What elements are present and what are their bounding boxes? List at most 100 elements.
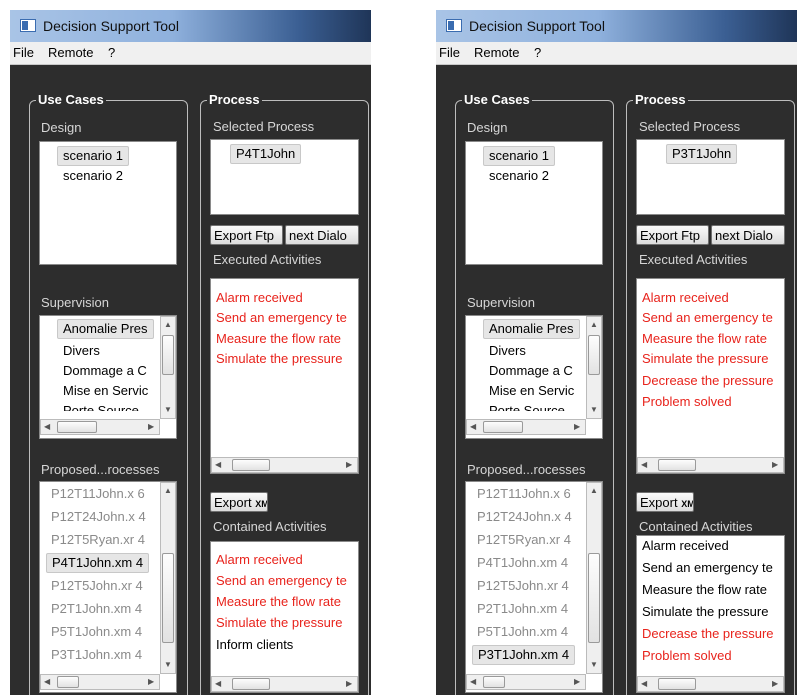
list-item-selected[interactable]: P4T1John.xm 4 bbox=[46, 553, 150, 573]
list-item[interactable]: Measure the flow rate bbox=[642, 329, 767, 349]
export-xmi-button[interactable]: Export XMI bbox=[636, 492, 694, 512]
scroll-thumb[interactable] bbox=[588, 553, 600, 643]
list-item[interactable]: Alarm received bbox=[216, 550, 303, 570]
list-item[interactable]: Alarm received bbox=[642, 288, 729, 308]
scroll-right-icon[interactable]: ▶ bbox=[148, 675, 154, 689]
scroll-right-icon[interactable]: ▶ bbox=[772, 458, 778, 472]
design-list[interactable]: scenario 1 scenario 2 bbox=[465, 141, 603, 265]
list-item[interactable]: Divers bbox=[489, 341, 526, 361]
list-item[interactable]: Decrease the pressure bbox=[642, 371, 774, 391]
scroll-up-icon[interactable]: ▲ bbox=[164, 318, 172, 332]
list-item[interactable]: P2T1John.xm 4 bbox=[477, 599, 568, 619]
list-item[interactable]: Simulate the pressure bbox=[216, 349, 342, 369]
list-item[interactable]: Inform clients bbox=[216, 635, 293, 655]
list-item[interactable]: Mise en Servic bbox=[489, 381, 574, 401]
contained-activities-list[interactable]: Alarm received Send an emergency te Meas… bbox=[210, 541, 359, 693]
list-item[interactable]: Mise en Servic bbox=[63, 381, 148, 401]
list-item[interactable]: Problem solved bbox=[642, 646, 732, 666]
scroll-left-icon[interactable]: ◀ bbox=[641, 677, 647, 691]
scroll-thumb[interactable] bbox=[162, 335, 174, 375]
list-item[interactable]: Simulate the pressure bbox=[642, 602, 768, 622]
scroll-down-icon[interactable]: ▼ bbox=[164, 658, 172, 672]
menu-remote[interactable]: Remote bbox=[474, 45, 520, 60]
scroll-down-icon[interactable]: ▼ bbox=[590, 403, 598, 417]
list-item[interactable]: P5T1John.xm 4 bbox=[477, 622, 568, 642]
menu-file[interactable]: File bbox=[13, 45, 34, 60]
scroll-left-icon[interactable]: ◀ bbox=[470, 675, 476, 689]
scroll-left-icon[interactable]: ◀ bbox=[215, 677, 221, 691]
executed-activities-list[interactable]: Alarm received Send an emergency te Meas… bbox=[210, 278, 359, 474]
list-item[interactable]: Send an emergency te bbox=[642, 558, 773, 578]
executed-activities-list[interactable]: Alarm received Send an emergency te Meas… bbox=[636, 278, 785, 474]
scroll-down-icon[interactable]: ▼ bbox=[164, 403, 172, 417]
scroll-right-icon[interactable]: ▶ bbox=[574, 675, 580, 689]
list-item[interactable]: P3T1John.xm 4 bbox=[51, 645, 142, 665]
vertical-scrollbar[interactable]: ▲ ▼ bbox=[160, 316, 176, 419]
title-bar[interactable]: Decision Support Tool bbox=[10, 10, 371, 42]
horizontal-scrollbar[interactable]: ◀ ▶ bbox=[211, 676, 358, 692]
list-item[interactable]: Problem solved bbox=[642, 392, 732, 412]
list-item[interactable]: P12T5John.xr 4 bbox=[477, 576, 569, 596]
menu-file[interactable]: File bbox=[439, 45, 460, 60]
list-item[interactable]: P4T1John.xm 4 bbox=[477, 553, 568, 573]
scroll-right-icon[interactable]: ▶ bbox=[148, 420, 154, 434]
list-item[interactable]: Alarm received bbox=[642, 536, 729, 556]
list-item[interactable]: Decrease the pressure bbox=[642, 624, 774, 644]
horizontal-scrollbar[interactable]: ◀ ▶ bbox=[211, 457, 358, 473]
selected-process-box[interactable]: P3T1John bbox=[636, 139, 785, 215]
horizontal-scrollbar[interactable]: ◀ ▶ bbox=[637, 676, 784, 692]
list-item[interactable]: P12T24John.x 4 bbox=[51, 507, 146, 527]
scroll-right-icon[interactable]: ▶ bbox=[772, 677, 778, 691]
scroll-thumb[interactable] bbox=[57, 421, 97, 433]
menu-help[interactable]: ? bbox=[108, 45, 115, 60]
list-item[interactable]: scenario 2 bbox=[489, 166, 549, 186]
export-ftp-button[interactable]: Export Ftp bbox=[636, 225, 709, 245]
horizontal-scrollbar[interactable]: ◀ ▶ bbox=[637, 457, 784, 473]
selected-process-value[interactable]: P4T1John bbox=[230, 144, 302, 164]
horizontal-scrollbar[interactable]: ◀ ▶ bbox=[40, 674, 160, 690]
selected-process-value[interactable]: P3T1John bbox=[666, 144, 738, 164]
scroll-left-icon[interactable]: ◀ bbox=[641, 458, 647, 472]
scroll-up-icon[interactable]: ▲ bbox=[590, 318, 598, 332]
scroll-right-icon[interactable]: ▶ bbox=[346, 458, 352, 472]
list-item[interactable]: scenario 1 bbox=[57, 146, 129, 166]
scroll-down-icon[interactable]: ▼ bbox=[590, 658, 598, 672]
list-item[interactable]: Send an emergency te bbox=[216, 571, 347, 591]
supervision-list[interactable]: Anomalie Pres Divers Dommage a C Mise en… bbox=[39, 315, 177, 439]
scroll-thumb[interactable] bbox=[483, 421, 523, 433]
next-dialog-button[interactable]: next Dialo bbox=[711, 225, 785, 245]
export-xmi-button[interactable]: Export XMI bbox=[210, 492, 268, 512]
scroll-thumb[interactable] bbox=[483, 676, 505, 688]
list-item[interactable]: Dommage a C bbox=[489, 361, 573, 381]
list-item[interactable]: Porte Source bbox=[63, 401, 139, 411]
list-item[interactable]: P12T11John.x 6 bbox=[51, 484, 145, 504]
list-item[interactable]: P5T1John.xm 4 bbox=[51, 622, 142, 642]
proposed-processes-list[interactable]: P12T11John.x 6 P12T24John.x 4 P12T5Ryan.… bbox=[39, 481, 177, 693]
list-item[interactable]: Alarm received bbox=[216, 288, 303, 308]
list-item[interactable]: scenario 1 bbox=[483, 146, 555, 166]
supervision-list[interactable]: Anomalie Pres Divers Dommage a C Mise en… bbox=[465, 315, 603, 439]
list-item[interactable]: Anomalie Pres bbox=[57, 319, 154, 339]
list-item[interactable]: Simulate the pressure bbox=[216, 613, 342, 633]
export-ftp-button[interactable]: Export Ftp bbox=[210, 225, 283, 245]
title-bar[interactable]: Decision Support Tool bbox=[436, 10, 797, 42]
list-item[interactable]: Measure the flow rate bbox=[642, 580, 767, 600]
list-item[interactable]: P12T5John.xr 4 bbox=[51, 576, 143, 596]
list-item[interactable]: P2T1John.xm 4 bbox=[51, 599, 142, 619]
horizontal-scrollbar[interactable]: ◀ ▶ bbox=[466, 419, 586, 435]
menu-remote[interactable]: Remote bbox=[48, 45, 94, 60]
scroll-thumb[interactable] bbox=[57, 676, 79, 688]
horizontal-scrollbar[interactable]: ◀ ▶ bbox=[40, 419, 160, 435]
scroll-up-icon[interactable]: ▲ bbox=[164, 484, 172, 498]
scroll-left-icon[interactable]: ◀ bbox=[44, 420, 50, 434]
list-item[interactable]: Anomalie Pres bbox=[483, 319, 580, 339]
list-item[interactable]: Divers bbox=[63, 341, 100, 361]
list-item[interactable]: Send an emergency te bbox=[642, 308, 773, 328]
scroll-thumb[interactable] bbox=[588, 335, 600, 375]
scroll-thumb[interactable] bbox=[232, 678, 270, 690]
list-item[interactable]: scenario 2 bbox=[63, 166, 123, 186]
menu-help[interactable]: ? bbox=[534, 45, 541, 60]
scroll-up-icon[interactable]: ▲ bbox=[590, 484, 598, 498]
list-item[interactable]: P12T5Ryan.xr 4 bbox=[477, 530, 571, 550]
scroll-thumb[interactable] bbox=[658, 459, 696, 471]
